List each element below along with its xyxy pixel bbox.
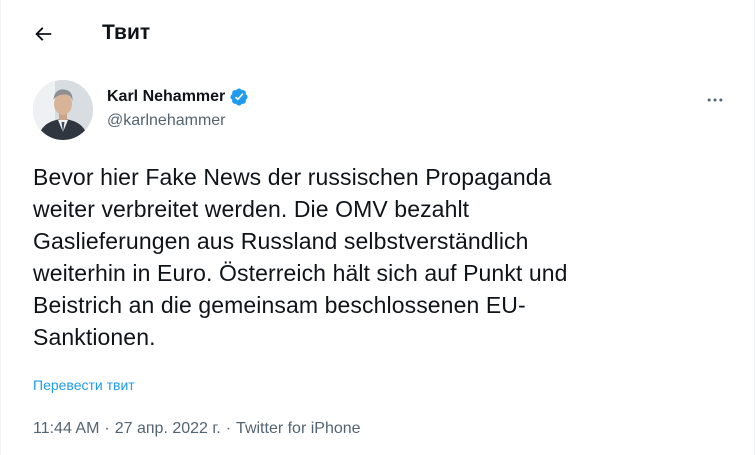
tweet-text-line: weiter verbreitet werden. Die OMV bezahl… [33, 196, 470, 222]
author-name-line: Karl Nehammer [107, 86, 249, 108]
tweet-author: Karl Nehammer @karlnehammer [33, 80, 733, 144]
author-name-block: Karl Nehammer @karlnehammer [107, 86, 249, 132]
more-options-button[interactable] [701, 86, 729, 114]
tweet-meta: 11:44 AM · 27 апр. 2022 г. · Twitter for… [33, 418, 361, 440]
tweet-date[interactable]: 27 апр. 2022 г. [115, 418, 221, 440]
tweet-time[interactable]: 11:44 AM [33, 418, 99, 440]
meta-separator: · [225, 420, 232, 437]
tweet-text-line: Gaslieferungen aus Russland selbstverstä… [33, 228, 529, 254]
verified-badge-icon [230, 88, 248, 106]
tweet-text: Bevor hier Fake News der russischen Prop… [33, 161, 713, 353]
tweet-text-line: weiterhin in Euro. Österreich hält sich … [33, 260, 568, 286]
author-handle[interactable]: @karlnehammer [107, 110, 249, 132]
more-horizontal-icon [707, 98, 723, 102]
avatar-image [33, 80, 93, 140]
tweet-text-line: Bevor hier Fake News der russischen Prop… [33, 164, 552, 190]
page-title: Твит [102, 21, 151, 44]
back-button[interactable] [23, 16, 63, 52]
arrow-left-icon [35, 27, 52, 41]
translate-tweet-link[interactable]: Перевести твит [33, 376, 135, 394]
tweet-source[interactable]: Twitter for iPhone [236, 418, 361, 440]
author-display-name[interactable]: Karl Nehammer [107, 86, 225, 108]
tweet-text-line: Beistrich an die gemeinsam beschlossenen… [33, 292, 526, 318]
avatar[interactable] [33, 80, 93, 140]
tweet-page: Твит Karl Nehammer @karlnehammer Bevor h… [0, 0, 755, 455]
page-header: Твит [1, 0, 754, 66]
meta-separator: · [104, 420, 110, 437]
tweet-text-line: Sanktionen. [33, 324, 156, 350]
